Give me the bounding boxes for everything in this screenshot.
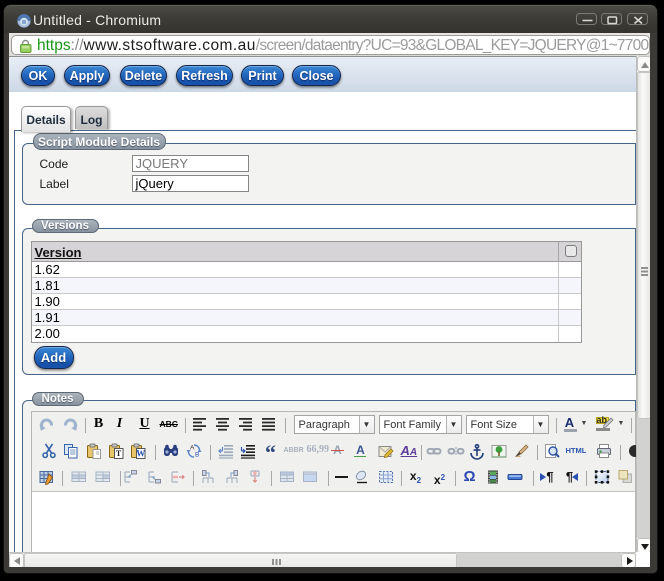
svg-text:W: W — [136, 448, 145, 458]
svg-text:T: T — [115, 449, 121, 458]
svg-text:B: B — [195, 451, 199, 458]
svg-text:A: A — [190, 444, 195, 451]
